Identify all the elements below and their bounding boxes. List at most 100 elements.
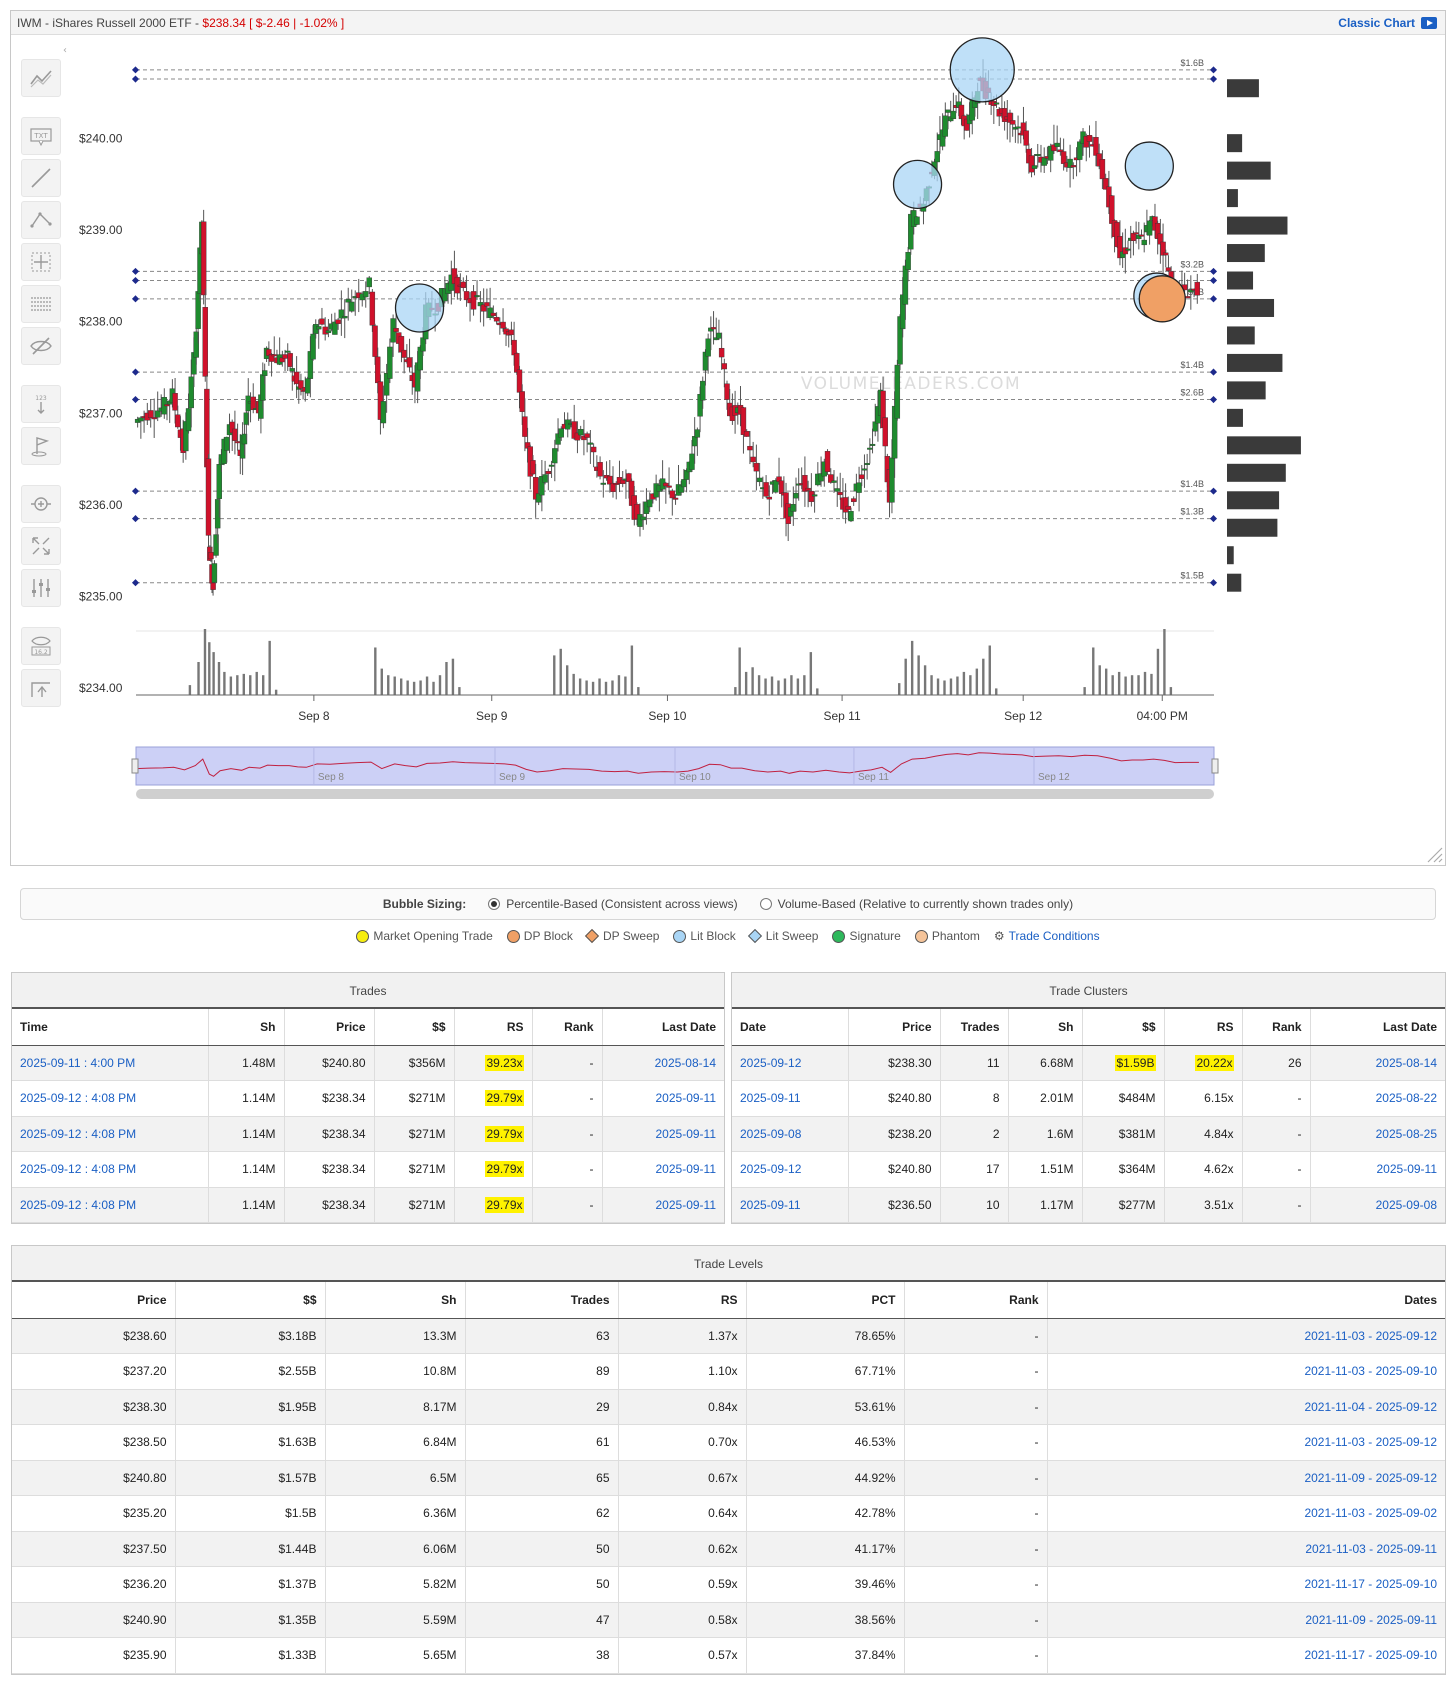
candle-body[interactable] — [398, 336, 405, 353]
candle-body[interactable] — [710, 327, 717, 330]
table-row[interactable]: 2025-09-12 $240.80 17 1.51M $364M 4.62x -2025-… — [732, 1151, 1445, 1188]
candle-body[interactable] — [558, 428, 564, 438]
table-cell[interactable]: 2021-11-03 - 2025-09-10 — [1047, 1353, 1445, 1390]
legend-lit-block[interactable]: Lit Block — [673, 929, 736, 943]
table-row[interactable]: 2025-09-12 : 4:08 PM 1.14M $238.34 $271M 29.… — [12, 1080, 724, 1117]
candle-body[interactable] — [934, 151, 940, 163]
table-row[interactable]: $238.50 $1.63B 6.84M 61 0.70x 46.53% -2021-11-… — [12, 1424, 1445, 1461]
candle-body[interactable] — [859, 474, 865, 479]
column-header[interactable]: $$ — [1082, 1009, 1165, 1046]
table-cell[interactable]: 2025-09-11 — [1310, 1151, 1445, 1188]
candle-body[interactable] — [285, 350, 291, 353]
candle-body[interactable] — [516, 369, 523, 393]
candle-body[interactable] — [864, 463, 870, 466]
candle-body[interactable] — [691, 436, 698, 447]
candle-body[interactable] — [584, 433, 590, 438]
candle-body[interactable] — [1146, 220, 1153, 236]
table-cell[interactable]: 2025-09-11 — [732, 1187, 849, 1223]
candle-body[interactable] — [766, 496, 773, 500]
column-header[interactable]: Price — [848, 1009, 941, 1046]
navigator-scrollbar[interactable] — [136, 789, 1214, 799]
candle-body[interactable] — [716, 332, 722, 339]
candle-body[interactable] — [245, 395, 251, 412]
table-cell[interactable]: 2021-11-03 - 2025-09-12 — [1047, 1424, 1445, 1461]
candle-body[interactable] — [511, 339, 517, 356]
candle-body[interactable] — [375, 356, 381, 384]
lit-block-bubble[interactable] — [892, 159, 943, 210]
candle-body[interactable] — [753, 462, 760, 472]
table-cell[interactable]: 2025-08-22 — [1310, 1080, 1445, 1117]
candle-body[interactable] — [185, 408, 192, 432]
candle-body[interactable] — [637, 514, 643, 527]
candle-body[interactable] — [484, 302, 490, 307]
lit-block-bubble[interactable] — [1124, 141, 1174, 191]
navigator-handle-left[interactable] — [131, 758, 139, 774]
candle-body[interactable] — [724, 383, 730, 400]
candle-body[interactable] — [369, 291, 376, 326]
table-cell[interactable]: 2025-09-11 — [602, 1187, 724, 1223]
candle-body[interactable] — [1099, 159, 1106, 180]
candle-body[interactable] — [522, 416, 528, 437]
legend-market-opening[interactable]: Market Opening Trade — [356, 929, 493, 943]
candle-body[interactable] — [188, 376, 194, 409]
column-header[interactable]: RS — [454, 1009, 533, 1046]
column-header[interactable]: Sh — [1008, 1009, 1083, 1046]
candle-body[interactable] — [1138, 234, 1145, 237]
table-row[interactable]: $235.90 $1.33B 5.65M 38 0.57x 37.84% -2021-11-… — [12, 1637, 1445, 1674]
candle-body[interactable] — [834, 488, 840, 492]
candle-body[interactable] — [1015, 126, 1021, 129]
column-header[interactable]: Price — [12, 1282, 176, 1319]
table-cell[interactable]: 2021-11-09 - 2025-09-11 — [1047, 1602, 1445, 1638]
candle-body[interactable] — [842, 497, 849, 513]
candle-body[interactable] — [689, 453, 695, 470]
candle-body[interactable] — [845, 505, 851, 510]
candle-body[interactable] — [271, 354, 277, 357]
candle-body[interactable] — [1163, 252, 1169, 256]
candle-body[interactable] — [154, 410, 161, 418]
candle-body[interactable] — [793, 492, 799, 499]
table-cell[interactable]: 2025-09-12 : 4:08 PM — [12, 1080, 209, 1117]
table-row[interactable]: $235.20 $1.5B 6.36M 62 0.64x 42.78% -2021-11-0… — [12, 1495, 1445, 1532]
candle-body[interactable] — [902, 265, 909, 305]
candle-body[interactable] — [316, 326, 322, 330]
column-header[interactable]: Rank — [1242, 1009, 1311, 1046]
table-cell[interactable]: 2021-11-09 - 2025-09-12 — [1047, 1460, 1445, 1496]
candle-body[interactable] — [138, 417, 144, 422]
table-cell[interactable]: 2021-11-17 - 2025-09-10 — [1047, 1566, 1445, 1603]
candle-body[interactable] — [1028, 155, 1035, 173]
candle-body[interactable] — [831, 480, 837, 483]
table-row[interactable]: 2025-09-12 : 4:08 PM 1.14M $238.34 $271M 29.… — [12, 1116, 724, 1152]
candle-body[interactable] — [914, 216, 920, 225]
candle-body[interactable] — [1165, 267, 1172, 271]
table-cell[interactable]: 2021-11-04 - 2025-09-12 — [1047, 1389, 1445, 1425]
table-cell[interactable]: 2025-09-12 : 4:08 PM — [12, 1116, 209, 1152]
candle-body[interactable] — [867, 447, 873, 450]
candle-body[interactable] — [1035, 154, 1041, 156]
candle-body[interactable] — [387, 346, 393, 379]
candle-body[interactable] — [349, 301, 355, 312]
candle-body[interactable] — [1086, 135, 1093, 142]
candle-body[interactable] — [1125, 248, 1131, 251]
candle-body[interactable] — [869, 443, 876, 446]
candle-body[interactable] — [363, 291, 369, 298]
candle-body[interactable] — [545, 471, 552, 475]
candle-body[interactable] — [626, 473, 632, 482]
candle-body[interactable] — [750, 456, 756, 463]
legend-dp-block[interactable]: DP Block — [506, 929, 573, 943]
candle-body[interactable] — [234, 441, 241, 444]
candle-body[interactable] — [530, 460, 536, 475]
candle-body[interactable] — [1077, 141, 1083, 160]
candle-body[interactable] — [590, 446, 597, 453]
table-cell[interactable]: 2025-08-25 — [1310, 1116, 1445, 1152]
candle-body[interactable] — [1060, 151, 1067, 164]
table-cell[interactable]: 2025-09-11 — [602, 1080, 724, 1117]
candle-body[interactable] — [493, 316, 500, 322]
table-cell[interactable]: 2025-09-11 — [602, 1116, 724, 1152]
table-row[interactable]: $238.30 $1.95B 8.17M 29 0.84x 53.61% -2021-11-… — [12, 1389, 1445, 1425]
candle-body[interactable] — [1194, 281, 1200, 296]
candle-body[interactable] — [406, 357, 413, 368]
candle-body[interactable] — [811, 494, 818, 497]
candle-body[interactable] — [993, 102, 1000, 105]
candle-body[interactable] — [721, 363, 728, 370]
candle-body[interactable] — [319, 318, 325, 325]
